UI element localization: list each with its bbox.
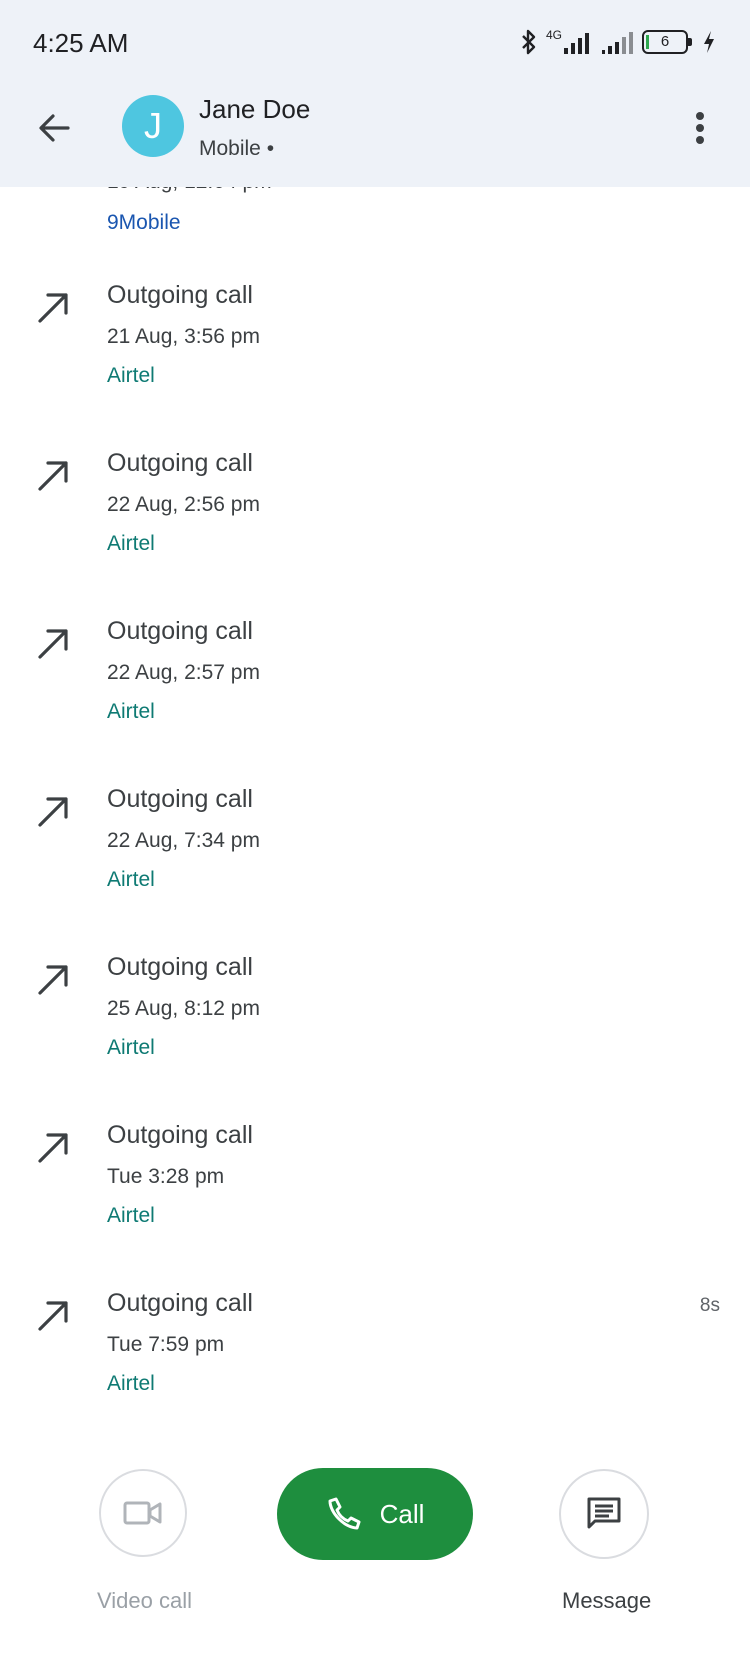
call-duration: 8s [699, 1295, 720, 1316]
call-carrier: Airtel [107, 868, 155, 891]
network-type: 4G [545, 28, 562, 42]
phone-icon [328, 1497, 361, 1530]
app-header: 4:25 AM 4G 6 J Jane Doe Mobile • [0, 0, 750, 187]
call-type: Outgoing call [107, 281, 253, 309]
call-time: 22 Aug, 7:34 pm [107, 829, 260, 852]
outgoing-call-icon [38, 1301, 68, 1331]
signal-icon [564, 33, 589, 54]
call-type: Outgoing call [107, 449, 253, 477]
contact-phone-type: Mobile • [199, 137, 275, 160]
call-carrier: Airtel [107, 364, 155, 387]
message-icon [587, 1497, 621, 1529]
call-type: Outgoing call [107, 953, 253, 981]
battery-level: 6 [660, 33, 670, 50]
arrow-back-icon [39, 114, 70, 142]
call-time: Tue 3:28 pm [107, 1165, 225, 1188]
call-type: Outgoing call [107, 1289, 253, 1317]
bluetooth-icon [522, 29, 536, 55]
outgoing-call-icon [38, 797, 68, 827]
call-history-item[interactable]: Outgoing call 22 Aug, 2:56 pm Airtel [0, 449, 750, 609]
message-button[interactable] [559, 1469, 649, 1559]
signal-icon [602, 32, 633, 54]
call-history-item[interactable]: Outgoing call 25 Aug, 8:12 pm Airtel [0, 953, 750, 1113]
outgoing-call-icon [38, 293, 68, 323]
call-history-item[interactable]: Outgoing call Tue 3:28 pm Airtel [0, 1121, 750, 1281]
charging-icon [704, 31, 714, 53]
message-label: Message [562, 1588, 652, 1613]
contact-name: Jane Doe [199, 94, 311, 124]
call-history-item[interactable]: Outgoing call 22 Aug, 2:57 pm Airtel [0, 617, 750, 777]
outgoing-call-icon [38, 965, 68, 995]
call-carrier: Airtel [107, 1372, 155, 1395]
outgoing-call-icon [38, 629, 68, 659]
call-carrier: Airtel [107, 1036, 155, 1059]
more-vert-icon [696, 112, 704, 144]
call-time: 25 Aug, 8:12 pm [107, 997, 260, 1020]
call-type: Outgoing call [107, 617, 253, 645]
call-type: Outgoing call [107, 785, 253, 813]
avatar: J [122, 95, 184, 157]
call-time: 22 Aug, 2:56 pm [107, 493, 260, 516]
call-time: 22 Aug, 2:57 pm [107, 661, 260, 684]
outgoing-call-icon [38, 1133, 68, 1163]
call-time: Tue 7:59 pm [107, 1333, 225, 1356]
call-history-item[interactable]: Outgoing call 22 Aug, 7:34 pm Airtel [0, 785, 750, 945]
videocam-icon [123, 1501, 162, 1525]
video-call-label: Video call [97, 1588, 192, 1613]
call-history-item[interactable]: Outgoing call Tue 7:59 pm Airtel 8s [0, 1289, 750, 1449]
call-type: Outgoing call [107, 1121, 253, 1149]
call-history-item[interactable]: Outgoing call 21 Aug, 3:56 pm Airtel [0, 281, 750, 441]
call-button[interactable]: Call [277, 1468, 473, 1560]
call-time: 21 Aug, 3:56 pm [107, 325, 260, 348]
back-button[interactable] [30, 104, 78, 152]
call-carrier: Airtel [107, 700, 155, 723]
call-carrier: Airtel [107, 532, 155, 555]
call-carrier: Airtel [107, 1204, 155, 1227]
battery-icon: 6 [642, 30, 692, 54]
status-icons: 4G 6 [520, 26, 716, 58]
more-options-button[interactable] [680, 104, 720, 152]
status-time: 4:25 AM [33, 28, 129, 58]
call-button-label: Call [379, 1498, 425, 1529]
call-carrier: 9Mobile [107, 211, 181, 234]
outgoing-call-icon [38, 461, 68, 491]
video-call-button[interactable] [99, 1469, 187, 1557]
